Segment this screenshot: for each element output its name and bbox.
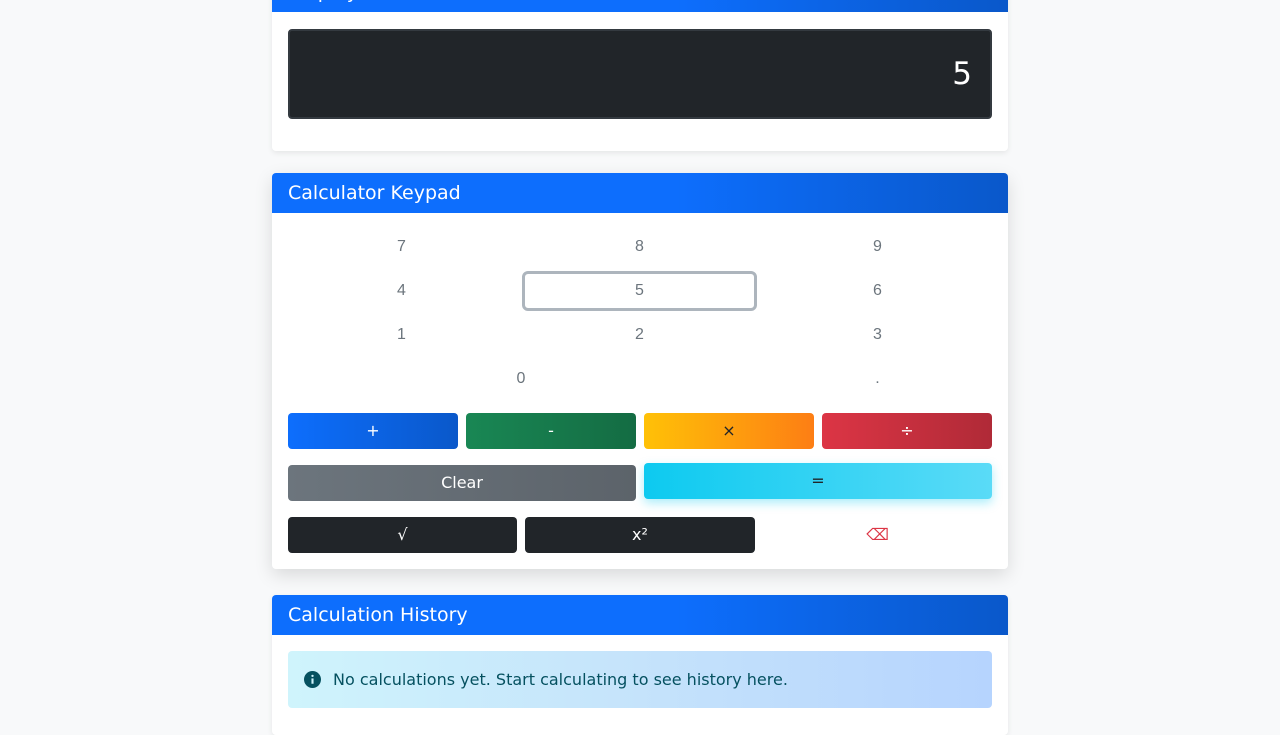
key-6[interactable]: 6 xyxy=(760,271,995,311)
equals-button[interactable]: = xyxy=(644,463,992,499)
square-button[interactable]: x² xyxy=(525,517,755,553)
key-4[interactable]: 4 xyxy=(284,271,519,311)
backspace-button[interactable]: ⌫ xyxy=(763,517,992,553)
key-1[interactable]: 1 xyxy=(284,315,519,355)
display-card-header: Display xyxy=(272,0,1008,12)
history-empty-message: No calculations yet. Start calculating t… xyxy=(333,670,788,689)
history-card: Calculation History No calculations yet.… xyxy=(272,595,1008,735)
key-9[interactable]: 9 xyxy=(760,227,995,267)
clear-button[interactable]: Clear xyxy=(288,465,636,501)
display-card: Display 5 xyxy=(272,0,1008,151)
sqrt-button[interactable]: √ xyxy=(288,517,517,553)
key-3[interactable]: 3 xyxy=(760,315,995,355)
history-card-header: Calculation History xyxy=(272,595,1008,635)
key-7[interactable]: 7 xyxy=(284,227,519,267)
keypad-card: Calculator Keypad 7 8 9 4 5 6 1 2 3 0 . … xyxy=(272,173,1008,569)
divide-button[interactable]: ÷ xyxy=(822,413,992,449)
calculator-display: 5 xyxy=(288,29,992,119)
key-decimal[interactable]: . xyxy=(760,359,995,399)
multiply-button[interactable]: × xyxy=(644,413,814,449)
subtract-button[interactable]: - xyxy=(466,413,636,449)
key-8[interactable]: 8 xyxy=(522,227,757,267)
key-0[interactable]: 0 xyxy=(288,359,754,399)
key-5[interactable]: 5 xyxy=(522,271,757,311)
info-circle-icon xyxy=(304,671,321,688)
history-empty-alert: No calculations yet. Start calculating t… xyxy=(288,651,992,708)
keypad-card-header: Calculator Keypad xyxy=(272,173,1008,213)
add-button[interactable]: + xyxy=(288,413,458,449)
key-2[interactable]: 2 xyxy=(522,315,757,355)
